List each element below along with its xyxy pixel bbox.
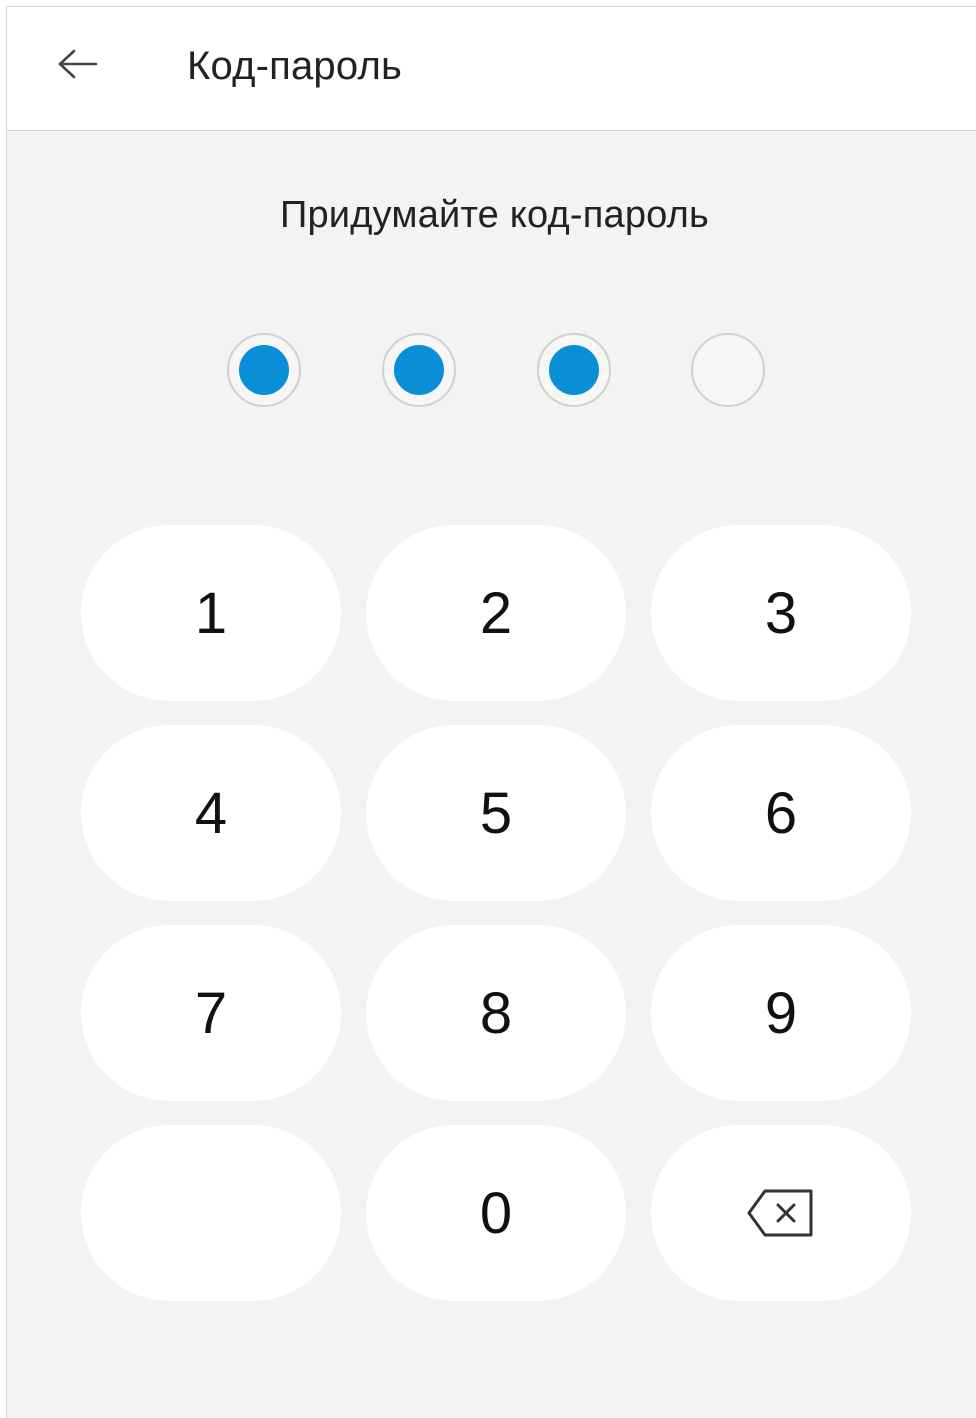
passcode-indicator: [227, 333, 771, 411]
passcode-dot: [227, 333, 301, 407]
key-4[interactable]: 4: [81, 725, 341, 901]
page-title: Код-пароль: [187, 44, 403, 88]
back-button[interactable]: [51, 37, 105, 91]
key-1[interactable]: 1: [81, 525, 341, 701]
key-5[interactable]: 5: [366, 725, 626, 901]
key-6[interactable]: 6: [651, 725, 911, 901]
app-bar: Код-пароль: [7, 7, 976, 131]
key-3[interactable]: 3: [651, 525, 911, 701]
key-8[interactable]: 8: [366, 925, 626, 1101]
backspace-button[interactable]: [651, 1125, 911, 1301]
passcode-dot: [537, 333, 611, 407]
passcode-prompt: Придумайте код-пароль: [279, 194, 710, 236]
arrow-left-icon: [58, 49, 98, 79]
passcode-dot: [691, 333, 765, 407]
passcode-dot: [382, 333, 456, 407]
key-9[interactable]: 9: [651, 925, 911, 1101]
key-0[interactable]: 0: [366, 1125, 626, 1301]
key-7[interactable]: 7: [81, 925, 341, 1101]
key-2[interactable]: 2: [366, 525, 626, 701]
backspace-icon: [747, 1189, 813, 1237]
key-blank: [81, 1125, 341, 1301]
passcode-screen: Код-пароль Придумайте код-пароль 1 2 3 4…: [6, 6, 976, 1418]
